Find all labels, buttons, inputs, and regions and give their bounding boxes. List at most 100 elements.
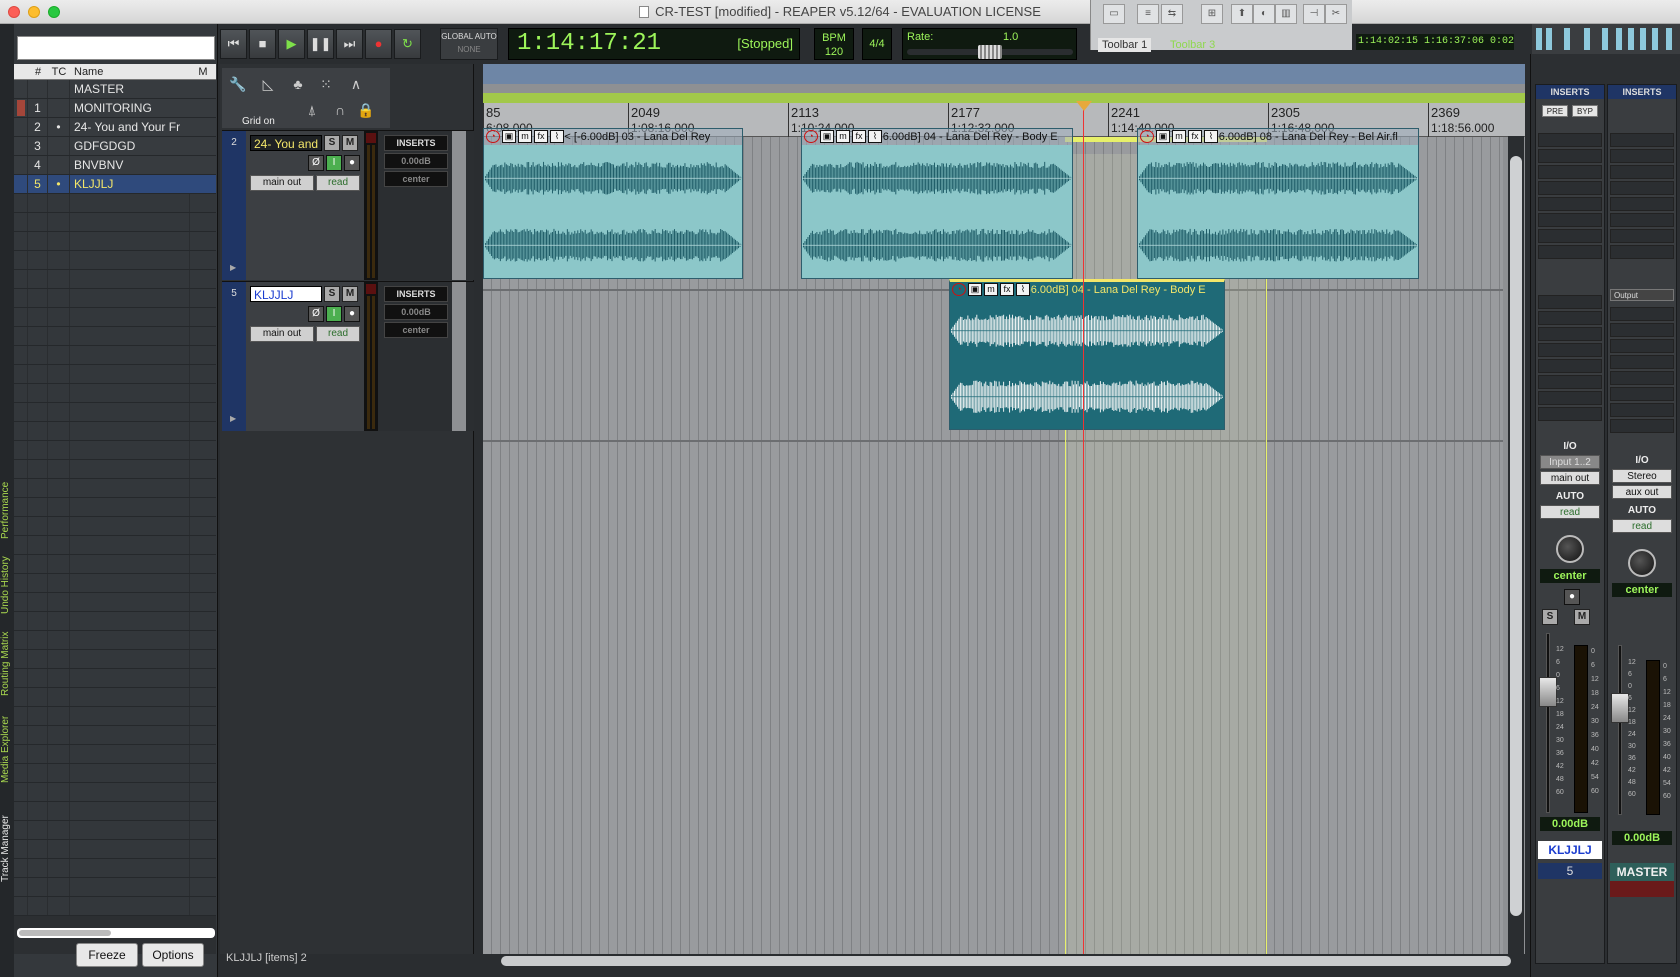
envelope-icon[interactable]: ◺ <box>258 76 278 94</box>
fx-slot[interactable] <box>1610 245 1674 259</box>
repeat-button[interactable]: ↻ <box>394 29 421 59</box>
envelope-icon[interactable]: ⌇ <box>868 130 882 143</box>
global-automation-button[interactable]: GLOBAL AUTO NONE <box>440 28 498 60</box>
pan-knob[interactable] <box>1628 549 1656 577</box>
item-grouping-icon[interactable]: ♣ <box>288 76 308 94</box>
item-lock-icon[interactable]: ▣ <box>1156 130 1170 143</box>
volume-fader[interactable] <box>1611 693 1629 723</box>
media-item[interactable]: [-6.00dB] 08 - Lana Del Rey - Bel Air.fl… <box>1137 128 1419 279</box>
route-button[interactable]: aux out <box>1612 485 1672 499</box>
track-filter-input[interactable] <box>17 36 215 60</box>
column-mixer[interactable]: M <box>190 64 216 79</box>
arrange-vscrollbar[interactable] <box>1508 136 1524 954</box>
envelope-icon[interactable]: ⌇ <box>550 130 564 143</box>
media-item[interactable]: [-6.00dB] 04 - Lana Del Rey - Body E ◔ ▣ m… <box>801 128 1073 279</box>
folder-arrow-icon[interactable]: ▶ <box>230 263 238 272</box>
record-arm-button[interactable]: ● <box>344 306 360 322</box>
send-slot[interactable] <box>1610 307 1674 321</box>
automation-mode-button[interactable]: read <box>316 175 360 191</box>
phase-button[interactable]: Ø <box>308 306 324 322</box>
arrange-hscrollbar[interactable] <box>483 954 1525 968</box>
tab-routing-matrix[interactable]: Routing Matrix <box>0 624 14 704</box>
send-slot[interactable] <box>1610 355 1674 369</box>
send-slot[interactable] <box>1610 419 1674 433</box>
output-header[interactable]: Output <box>1610 289 1674 301</box>
minimize-window-button[interactable] <box>28 6 40 18</box>
envelope-icon[interactable]: ⌇ <box>1016 283 1030 296</box>
automation-mode-button[interactable]: read <box>1612 519 1672 533</box>
grid-icon[interactable]: ⁙ <box>316 76 336 94</box>
solo-button[interactable]: S <box>324 286 340 302</box>
fx-slot[interactable] <box>1610 197 1674 211</box>
fx-slot[interactable] <box>1538 181 1602 195</box>
send-slot[interactable] <box>1610 323 1674 337</box>
item-mute-icon[interactable]: m <box>518 130 532 143</box>
item-lock-icon[interactable]: ▣ <box>968 283 982 296</box>
time-signature[interactable]: 4/4 <box>862 28 892 60</box>
tcp-scrollbar[interactable] <box>452 282 466 431</box>
volume-display[interactable]: 0.00dB <box>384 153 448 169</box>
item-mute-icon[interactable]: m <box>984 283 998 296</box>
region-bar[interactable] <box>483 93 1525 103</box>
clock-icon[interactable]: ◔ <box>952 283 966 296</box>
track-row-master[interactable]: MASTER <box>14 80 216 99</box>
tcp-track-selected[interactable]: 5 ▶ KLJJLJ S M Ø I ● main out read INSER… <box>222 281 474 431</box>
track-row[interactable]: 4 BNVBNV <box>14 156 216 175</box>
route-button[interactable]: main out <box>250 326 314 342</box>
wrench-icon[interactable]: 🔧 <box>228 76 248 94</box>
snap-icon[interactable]: ∩ <box>330 102 350 120</box>
volume-fader[interactable] <box>1539 677 1557 707</box>
fx-slot[interactable] <box>1538 165 1602 179</box>
solo-button[interactable]: S <box>1542 609 1558 625</box>
fx-slot[interactable] <box>1610 213 1674 227</box>
fx-slot[interactable] <box>1538 149 1602 163</box>
fx-slot[interactable] <box>1610 149 1674 163</box>
volume-fader-track[interactable] <box>1546 633 1550 813</box>
send-slot[interactable] <box>1538 327 1602 341</box>
channel-mode-selector[interactable]: Stereo <box>1612 469 1672 483</box>
inserts-button[interactable]: INSERTS <box>384 135 448 151</box>
tempo-display[interactable]: BPM 120 <box>814 28 854 60</box>
fx-slot[interactable] <box>1610 229 1674 243</box>
send-slot[interactable] <box>1610 387 1674 401</box>
play-button[interactable]: ▶ <box>278 29 305 59</box>
column-number[interactable]: # <box>28 64 48 79</box>
maximize-window-button[interactable] <box>48 6 60 18</box>
send-slot[interactable] <box>1538 407 1602 421</box>
pan-value[interactable]: center <box>1540 569 1600 583</box>
grid-toggle[interactable]: Grid on <box>242 116 275 127</box>
phase-button[interactable]: Ø <box>308 155 324 171</box>
fx-icon[interactable]: fx <box>1188 130 1202 143</box>
options-button[interactable]: Options <box>142 943 204 967</box>
clock-icon[interactable]: ◔ <box>1140 130 1154 143</box>
record-arm-button[interactable]: ● <box>1564 589 1580 605</box>
volume-value[interactable]: 0.00dB <box>1612 831 1672 845</box>
send-slot[interactable] <box>1538 391 1602 405</box>
inserts-header[interactable]: INSERTS <box>1608 85 1676 99</box>
bypass-fx-button[interactable]: BYP <box>1572 105 1598 117</box>
ripple-icon[interactable]: ∧ <box>346 76 366 94</box>
pan-display[interactable]: center <box>384 322 448 338</box>
media-item[interactable]: << [-6.00dB] 03 - Lana Del Rey ◔ ▣ m fx ⌇ <box>483 128 743 279</box>
mute-button[interactable]: M <box>342 286 358 302</box>
tcp-track[interactable]: 2 ▶ 24- You and S M Ø I ● main out read … <box>222 130 474 280</box>
close-window-button[interactable] <box>8 6 20 18</box>
send-slot[interactable] <box>1538 311 1602 325</box>
column-tcp[interactable]: TC <box>48 64 70 79</box>
arrange-scroll-bar[interactable] <box>483 64 1525 84</box>
fx-slot[interactable] <box>1538 133 1602 147</box>
toolbar-tab-3[interactable]: Toolbar 3 <box>1166 38 1219 52</box>
record-button[interactable]: ● <box>365 29 392 59</box>
scissors-icon[interactable]: ✂ <box>1325 4 1347 24</box>
tab-performance[interactable]: Performance <box>0 474 14 546</box>
mute-button[interactable]: M <box>1574 609 1590 625</box>
toolbar-icon[interactable]: ⬆ <box>1231 4 1253 24</box>
send-slot[interactable] <box>1538 295 1602 309</box>
arrange-view[interactable]: 85 6:08.000 2049 1:08:16.000 2113 1:10:24.0… <box>483 64 1525 954</box>
track-name-field[interactable]: KLJJLJ <box>250 286 322 302</box>
media-item-selected[interactable]: [-6.00dB] 04 - Lana Del Rey - Body E ◔ ▣ m… <box>949 279 1225 430</box>
go-to-start-button[interactable]: ⏮ <box>220 29 247 59</box>
pan-value[interactable]: center <box>1612 583 1672 597</box>
monitor-button[interactable]: I <box>326 155 342 171</box>
track-row-selected[interactable]: 5 • KLJJLJ <box>14 175 216 194</box>
